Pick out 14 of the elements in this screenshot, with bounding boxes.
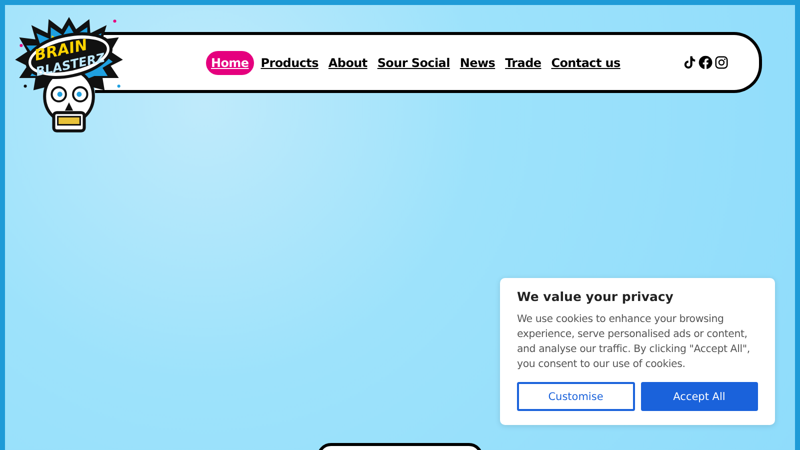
customise-button[interactable]: Customise bbox=[517, 382, 634, 411]
nav-link[interactable]: Products bbox=[258, 52, 322, 74]
tiktok-icon[interactable] bbox=[682, 55, 697, 70]
nav-link[interactable]: Contact us bbox=[548, 52, 624, 74]
nav-link[interactable]: Trade bbox=[502, 52, 544, 74]
accept-all-button[interactable]: Accept All bbox=[640, 382, 758, 411]
instagram-icon[interactable] bbox=[714, 55, 729, 70]
nav-link[interactable]: About bbox=[325, 52, 370, 74]
nav-link[interactable]: Sour Social bbox=[374, 52, 453, 74]
nav-link[interactable]: News bbox=[456, 52, 498, 74]
facebook-icon[interactable] bbox=[698, 55, 713, 70]
nav-link[interactable]: Home bbox=[206, 50, 254, 74]
cookie-text: We use cookies to enhance your browsing experience, serve personalised ads or content, and analyse our traffic. By clicking "Accept All", you consent to our use of cookies. bbox=[517, 313, 751, 372]
cookie-title: We value your privacy bbox=[517, 289, 674, 304]
